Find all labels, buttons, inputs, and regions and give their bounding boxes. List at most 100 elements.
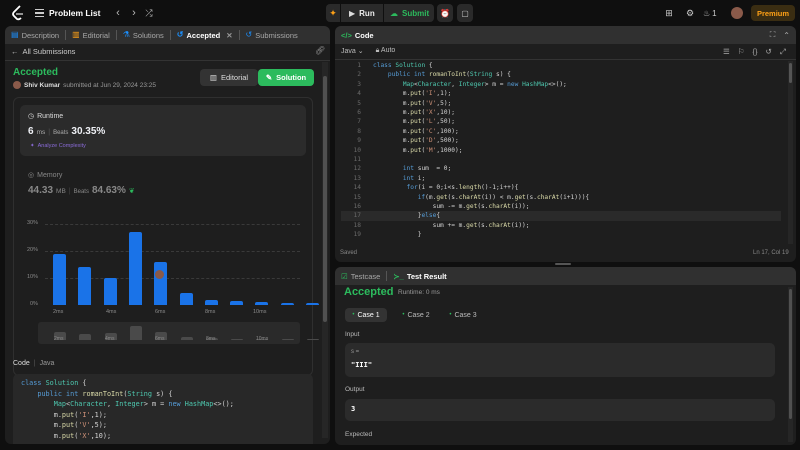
code-line[interactable]: 12 int sum = 0; xyxy=(341,164,781,173)
result-scrollbar[interactable] xyxy=(788,287,793,442)
settings-icon[interactable]: ⤢ xyxy=(780,47,786,57)
chevron-left-icon[interactable]: ‹ xyxy=(112,6,124,20)
scrollbar-thumb[interactable] xyxy=(789,289,792,419)
list-icon[interactable] xyxy=(33,6,45,20)
chevron-right-icon[interactable]: › xyxy=(128,6,140,20)
run-button[interactable]: ▶ Run xyxy=(341,4,383,22)
chart-bar-2ms[interactable] xyxy=(78,267,92,305)
code-line[interactable]: 18 sum += m.get(s.charAt(i)); xyxy=(341,221,781,230)
code-line[interactable]: 19 } xyxy=(341,230,781,239)
code-line[interactable]: 6 m.put('X',10); xyxy=(341,108,781,117)
user-name[interactable]: Shiv Kumar xyxy=(24,82,60,89)
memory-value: 44.33 xyxy=(28,185,54,196)
premium-button[interactable]: Premium xyxy=(751,5,795,21)
code-line[interactable]: 10 m.put('M',1000); xyxy=(341,146,781,155)
analyze-complexity-link[interactable]: ✦ Analyze Complexity xyxy=(30,143,86,149)
code-line[interactable]: 4 m.put('I',1); xyxy=(341,89,781,98)
solution-button[interactable]: ✎ Solution xyxy=(258,69,314,86)
mini-bar xyxy=(180,337,193,340)
chart-bar-7ms[interactable] xyxy=(204,299,218,305)
submit-button[interactable]: ☁ Submit xyxy=(384,4,434,22)
debug-icon[interactable]: ✦ xyxy=(326,4,340,22)
tab-description[interactable]: ▤ Description xyxy=(5,26,65,44)
y-tick-label: 0% xyxy=(30,301,38,307)
case-2-tab[interactable]: • Case 2 xyxy=(397,308,435,322)
chart-bar-4ms[interactable] xyxy=(128,232,142,305)
tab-test-result[interactable]: ≻_ Test Result xyxy=(387,267,452,285)
tab-editorial[interactable]: ▥ Editorial xyxy=(66,26,116,44)
link-icon[interactable]: 🔗︎ xyxy=(315,46,325,55)
code-line[interactable]: 7 m.put('L',50); xyxy=(341,117,781,126)
tab-solutions[interactable]: ⚗ Solutions xyxy=(117,26,170,44)
code-line: Map<Character, Integer> m = new HashMap<… xyxy=(53,400,234,408)
leaf-icon: ❦ xyxy=(128,188,135,195)
code-line[interactable]: 11 xyxy=(341,155,781,164)
chart-bar-11ms[interactable] xyxy=(306,302,319,305)
layout-grid-icon[interactable]: ⊞ xyxy=(663,6,675,20)
avatar[interactable] xyxy=(731,7,743,19)
maximize-icon[interactable]: ⛶ xyxy=(770,30,776,40)
auto-toggle[interactable]: 🔒︎ Auto xyxy=(376,47,396,55)
memory-title[interactable]: ◎ Memory xyxy=(28,171,62,180)
runtime-stat: 6 ms | Beats 30.35% xyxy=(28,126,105,137)
braces-icon[interactable]: {} xyxy=(752,47,757,57)
code-line[interactable]: 5 m.put('V',5); xyxy=(341,99,781,108)
x-tick-label: 6ms xyxy=(155,309,166,315)
streak-counter[interactable]: ♨ 1 xyxy=(703,6,717,20)
format-icon[interactable]: ☰ xyxy=(723,47,730,57)
chart-bar-3ms[interactable] xyxy=(103,278,117,305)
scrollbar-thumb[interactable] xyxy=(323,76,327,322)
line-number: 9 xyxy=(357,137,361,145)
range-selector[interactable]: 2ms 4ms 6ms 8ms 10ms xyxy=(38,322,319,344)
chart-bar-1ms[interactable] xyxy=(53,253,66,305)
editorial-button[interactable]: ▥ Editorial xyxy=(200,69,258,86)
language-select[interactable]: Java ⌄ xyxy=(341,47,364,55)
tab-testcase[interactable]: ☑ Testcase xyxy=(335,267,386,285)
mini-bar xyxy=(281,338,294,340)
back-to-submissions[interactable]: ← All Submissions xyxy=(11,47,75,56)
shuffle-icon[interactable]: ⤮ xyxy=(143,6,155,20)
leetcode-logo-icon[interactable] xyxy=(10,5,26,21)
close-icon[interactable]: ✕ xyxy=(226,31,232,40)
line-number: 1 xyxy=(357,62,361,69)
code-line[interactable]: 16 sum -= m.get(s.charAt(i)); xyxy=(341,202,781,211)
chart-bar-9ms[interactable] xyxy=(255,302,269,305)
runtime-card[interactable]: ◷ Runtime 6 ms | Beats 30.35% ✦ Analyze Co… xyxy=(20,105,306,156)
mini-tick-label: 10ms xyxy=(256,336,269,342)
code-line[interactable]: 13 int i; xyxy=(341,174,781,183)
code-line[interactable]: 15 if(m.get(s.charAt(i)) < m.get(s.charA… xyxy=(341,193,781,202)
editor-scrollbar[interactable] xyxy=(788,61,793,244)
chart-bar-10ms[interactable] xyxy=(280,302,294,305)
case-1-tab[interactable]: • Case 1 xyxy=(345,308,387,322)
chevron-up-icon[interactable]: ⌃ xyxy=(783,31,790,40)
code-line[interactable]: 14 for(i = 0;i<s.length()-1;i++){ xyxy=(341,183,781,192)
code-line[interactable]: 8 m.put('C',100); xyxy=(341,127,781,136)
chart-bar-6ms[interactable] xyxy=(179,292,193,305)
code-line[interactable]: 2 public int romanToInt(String s) { xyxy=(341,70,781,79)
resize-handle[interactable] xyxy=(555,263,571,265)
tab-accepted[interactable]: ↺ Accepted ✕ xyxy=(171,26,239,44)
scrollbar-thumb[interactable] xyxy=(789,63,792,83)
code-line[interactable]: 17 }else{ xyxy=(341,211,781,221)
scrollbar-track[interactable] xyxy=(322,62,328,438)
tab-code[interactable]: </> Code xyxy=(335,26,380,44)
submitted-code-block[interactable]: class Solution { public int romanToInt(S… xyxy=(13,374,313,444)
bookmark-icon[interactable]: ⚐ xyxy=(738,47,745,57)
runtime-title-text: Runtime xyxy=(37,112,64,120)
code-line[interactable]: 1 class Solution { xyxy=(341,61,781,70)
case-3-tab[interactable]: • Case 3 xyxy=(444,308,482,322)
code-line[interactable]: 9 m.put('D',500); xyxy=(341,136,781,145)
tab-submissions[interactable]: ↺ Submissions xyxy=(240,26,304,44)
line-number: 7 xyxy=(357,118,361,126)
gear-icon[interactable]: ⚙ xyxy=(684,6,696,20)
code-tab[interactable]: Code xyxy=(13,360,30,367)
code-editor[interactable]: 1 class Solution {2 public int romanToInt… xyxy=(341,61,786,241)
history-icon: ↺ xyxy=(245,30,253,39)
chart-bar-8ms[interactable] xyxy=(230,300,244,305)
timer-icon[interactable]: ⏰ xyxy=(437,4,453,22)
beats-label: Beats xyxy=(73,189,89,195)
notes-icon[interactable]: ▢ xyxy=(457,4,473,22)
undo-icon[interactable]: ↺ xyxy=(765,47,771,57)
problem-list-link[interactable]: Problem List xyxy=(49,6,100,20)
code-line[interactable]: 3 Map<Character, Integer> m = new HashMa… xyxy=(341,80,781,89)
